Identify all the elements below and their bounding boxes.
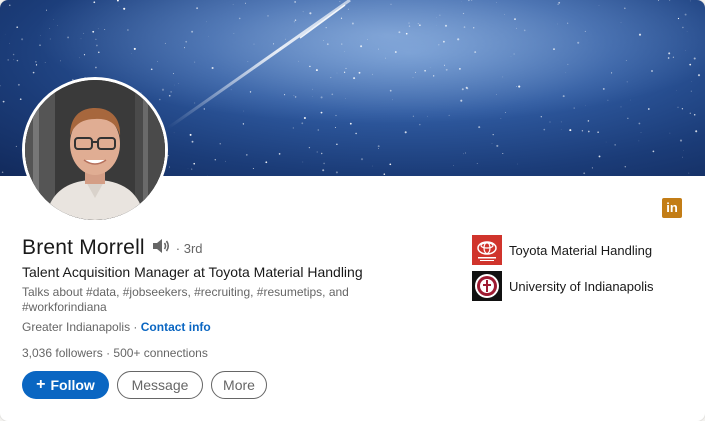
connection-degree: · 3rd <box>175 240 203 256</box>
follow-label: Follow <box>50 377 95 393</box>
org-uindy[interactable]: University of Indianapolis <box>472 271 654 301</box>
talks-about: Talks about #data, #jobseekers, #recruit… <box>22 285 349 314</box>
message-button[interactable]: Message <box>117 371 203 399</box>
contact-info-link[interactable]: Contact info <box>141 320 211 334</box>
connections-count: 500+ connections <box>113 346 208 360</box>
toyota-logo-icon <box>472 235 502 265</box>
profile-headline: Talent Acquisition Manager at Toyota Mat… <box>22 264 363 280</box>
location-row: Greater Indianapolis · Contact info <box>22 320 211 334</box>
more-button[interactable]: More <box>211 371 267 399</box>
profile-card: in Brent Morrell · 3rd Talent Acquisitio… <box>0 0 705 421</box>
profile-photo[interactable] <box>22 77 168 223</box>
organizations: Toyota Material Handling University of I… <box>472 235 654 307</box>
follow-button[interactable]: + Follow <box>22 371 109 399</box>
stats-separator: · <box>106 346 111 360</box>
org-name: University of Indianapolis <box>509 278 654 294</box>
followers-count: 3,036 followers <box>22 346 103 360</box>
action-buttons: + Follow Message More <box>22 371 275 399</box>
org-toyota[interactable]: Toyota Material Handling <box>472 235 654 265</box>
linkedin-icon: in <box>662 198 682 218</box>
network-stats: 3,036 followers · 500+ connections <box>22 346 208 360</box>
name-row: Brent Morrell · 3rd <box>22 236 203 260</box>
profile-name: Brent Morrell <box>22 236 145 259</box>
plus-icon: + <box>36 376 46 393</box>
location-text: Greater Indianapolis · <box>22 320 138 334</box>
uindy-seal-icon <box>472 271 502 301</box>
speaker-icon[interactable] <box>145 237 171 260</box>
avatar <box>25 80 165 220</box>
org-name: Toyota Material Handling <box>509 242 653 258</box>
